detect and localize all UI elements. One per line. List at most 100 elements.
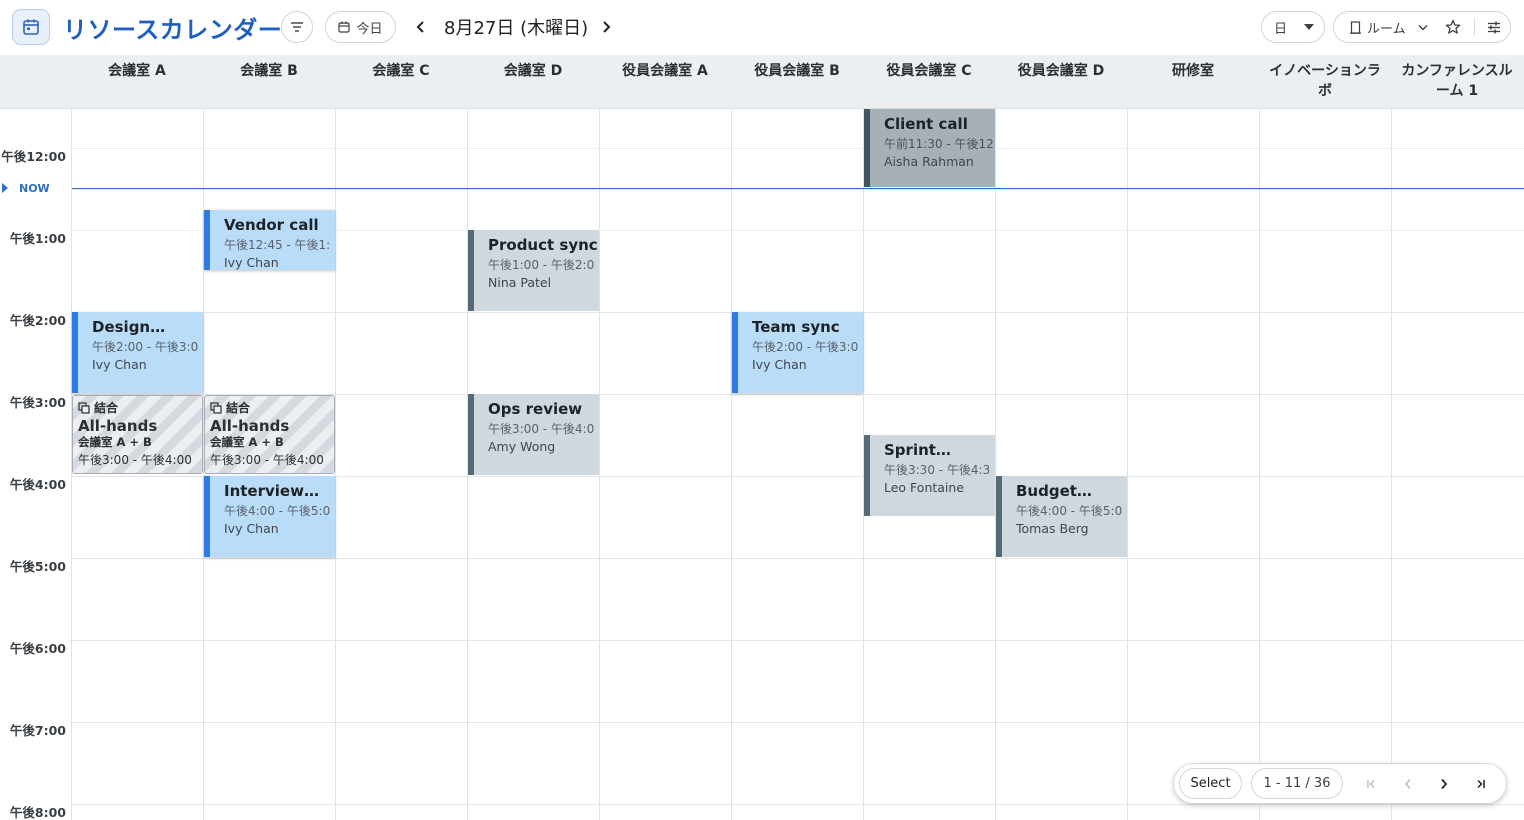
- resource-select[interactable]: ルーム: [1334, 12, 1436, 42]
- event-time: 午後3:00 - 午後4:00: [78, 453, 192, 467]
- calendar-small-icon: [338, 21, 351, 33]
- hour-line: [71, 558, 1524, 559]
- event-title: Vendor call: [224, 216, 319, 234]
- time-label: 午後3:00: [9, 395, 66, 410]
- event-time: 午後1:00 - 午後2:0: [488, 258, 595, 272]
- column-divider: [1391, 109, 1392, 820]
- column-divider: [335, 109, 336, 820]
- event-organizer: Ivy Chan: [92, 357, 147, 372]
- favorite-button[interactable]: [1438, 12, 1468, 42]
- event-card[interactable]: Design… 午後2:00 - 午後3:0 Ivy Chan: [72, 312, 203, 393]
- room-header[interactable]: イノベーションラボ: [1259, 61, 1391, 101]
- page-title: リソースカレンダー: [63, 16, 283, 44]
- hour-line: [71, 640, 1524, 641]
- app-header: リソースカレンダー 今日 8月27日 (木曜日) 日 ルーム: [0, 0, 1524, 55]
- room-header[interactable]: カンファレンスルーム 1: [1391, 61, 1523, 101]
- merge-icon: [210, 402, 222, 414]
- event-organizer: Leo Fontaine: [884, 480, 965, 495]
- column-divider: [1259, 109, 1260, 820]
- hour-line: [71, 189, 1524, 190]
- room-header[interactable]: 役員会議室 C: [863, 61, 995, 81]
- resource-select-value: ルーム: [1367, 21, 1406, 37]
- event-title: Ops review: [488, 400, 583, 418]
- merged-rooms: 会議室 A + B: [210, 435, 284, 449]
- next-page-button[interactable]: [1430, 770, 1458, 798]
- hour-line: [71, 148, 1524, 149]
- time-label: 午後2:00: [9, 313, 66, 328]
- room-header[interactable]: 会議室 B: [203, 61, 335, 81]
- previous-day-button[interactable]: [409, 13, 433, 41]
- merged-event-card[interactable]: 結合 All-hands 会議室 A + B 午後3:00 - 午後4:00: [72, 395, 203, 474]
- select-button[interactable]: Select: [1179, 768, 1242, 799]
- event-title: Product sync: [488, 236, 598, 254]
- room-header[interactable]: 会議室 A: [71, 61, 203, 81]
- event-card[interactable]: Ops review 午後3:00 - 午後4:0 Amy Wong: [468, 394, 599, 475]
- time-label: 午後5:00: [9, 559, 66, 574]
- last-page-button[interactable]: [1466, 770, 1494, 798]
- calendar-icon[interactable]: [12, 9, 50, 45]
- event-time: 午後2:00 - 午後3:0: [752, 340, 859, 354]
- door-icon: [1350, 20, 1361, 34]
- hour-line: [71, 722, 1524, 723]
- column-divider: [599, 109, 600, 820]
- event-organizer: Aisha Rahman: [884, 154, 974, 169]
- day-grid[interactable]: 午後12:00 午後1:00 午後2:00 午後3:00 午後4:00 午後5:…: [0, 109, 1524, 820]
- event-time: 午後3:30 - 午後4:3: [884, 463, 991, 477]
- event-organizer: Ivy Chan: [752, 357, 807, 372]
- now-line: [72, 188, 1524, 189]
- event-time: 午前11:30 - 午後12: [884, 137, 994, 151]
- current-date: 8月27日 (木曜日): [444, 18, 589, 39]
- time-label: 午後7:00: [9, 723, 66, 738]
- event-card[interactable]: Budget… 午後4:00 - 午後5:0 Tomas Berg: [996, 476, 1127, 557]
- room-header[interactable]: 役員会議室 D: [995, 61, 1127, 81]
- event-title: All-hands: [210, 417, 290, 435]
- event-title: Client call: [884, 115, 968, 133]
- room-header[interactable]: 役員会議室 A: [599, 61, 731, 81]
- event-card[interactable]: Vendor call 午後12:45 - 午後1: Ivy Chan: [204, 210, 335, 270]
- event-title: Interview…: [224, 482, 319, 500]
- column-divider: [731, 109, 732, 820]
- room-header[interactable]: 会議室 D: [467, 61, 599, 81]
- chevron-down-icon: [1418, 24, 1428, 30]
- event-title: Design…: [92, 318, 166, 336]
- room-header[interactable]: 研修室: [1127, 61, 1259, 81]
- event-card[interactable]: Product sync 午後1:00 - 午後2:0 Nina Patel: [468, 230, 599, 311]
- event-organizer: Ivy Chan: [224, 255, 279, 270]
- event-time: 午後4:00 - 午後5:0: [1016, 504, 1123, 518]
- room-header[interactable]: 役員会議室 B: [731, 61, 863, 81]
- last-page-icon: [1477, 779, 1485, 789]
- merged-badge-label: 結合: [94, 401, 119, 415]
- event-time: 午後12:45 - 午後1:: [224, 238, 331, 252]
- event-card[interactable]: Client call 午前11:30 - 午後12 Aisha Rahman: [864, 109, 995, 187]
- merged-event-card[interactable]: 結合 All-hands 会議室 A + B 午後3:00 - 午後4:00: [204, 395, 335, 474]
- view-select[interactable]: 日: [1261, 11, 1325, 43]
- merged-badge: 結合: [78, 400, 198, 416]
- event-organizer: Amy Wong: [488, 439, 556, 454]
- today-button[interactable]: 今日: [325, 11, 396, 43]
- event-time: 午後2:00 - 午後3:0: [92, 340, 199, 354]
- previous-page-button[interactable]: [1394, 770, 1422, 798]
- first-page-button[interactable]: [1358, 770, 1386, 798]
- event-title: Team sync: [752, 318, 840, 336]
- next-day-button[interactable]: [594, 13, 618, 41]
- event-card[interactable]: Interview… 午後4:00 - 午後5:0 Ivy Chan: [204, 476, 335, 557]
- sliders-icon: [1488, 21, 1500, 33]
- event-time: 午後4:00 - 午後5:0: [224, 504, 331, 518]
- room-header[interactable]: 会議室 C: [335, 61, 467, 81]
- filter-button[interactable]: [281, 11, 313, 43]
- time-label: 午後12:00: [1, 149, 66, 164]
- today-label: 今日: [356, 21, 383, 37]
- settings-button[interactable]: [1478, 12, 1510, 42]
- star-icon: [1445, 19, 1461, 34]
- filter-icon: [291, 22, 303, 32]
- now-marker-icon: [2, 183, 8, 193]
- time-label: 午後4:00: [9, 477, 66, 492]
- merged-badge: 結合: [210, 400, 330, 416]
- column-divider: [1127, 109, 1128, 820]
- event-card[interactable]: Team sync 午後2:00 - 午後3:0 Ivy Chan: [732, 312, 863, 393]
- now-label: NOW: [19, 182, 50, 195]
- merged-rooms: 会議室 A + B: [78, 435, 152, 449]
- merged-badge-label: 結合: [226, 401, 251, 415]
- event-card[interactable]: Sprint… 午後3:30 - 午後4:3 Leo Fontaine: [864, 435, 995, 516]
- column-pager: Select 1 - 11 / 36: [1173, 763, 1507, 804]
